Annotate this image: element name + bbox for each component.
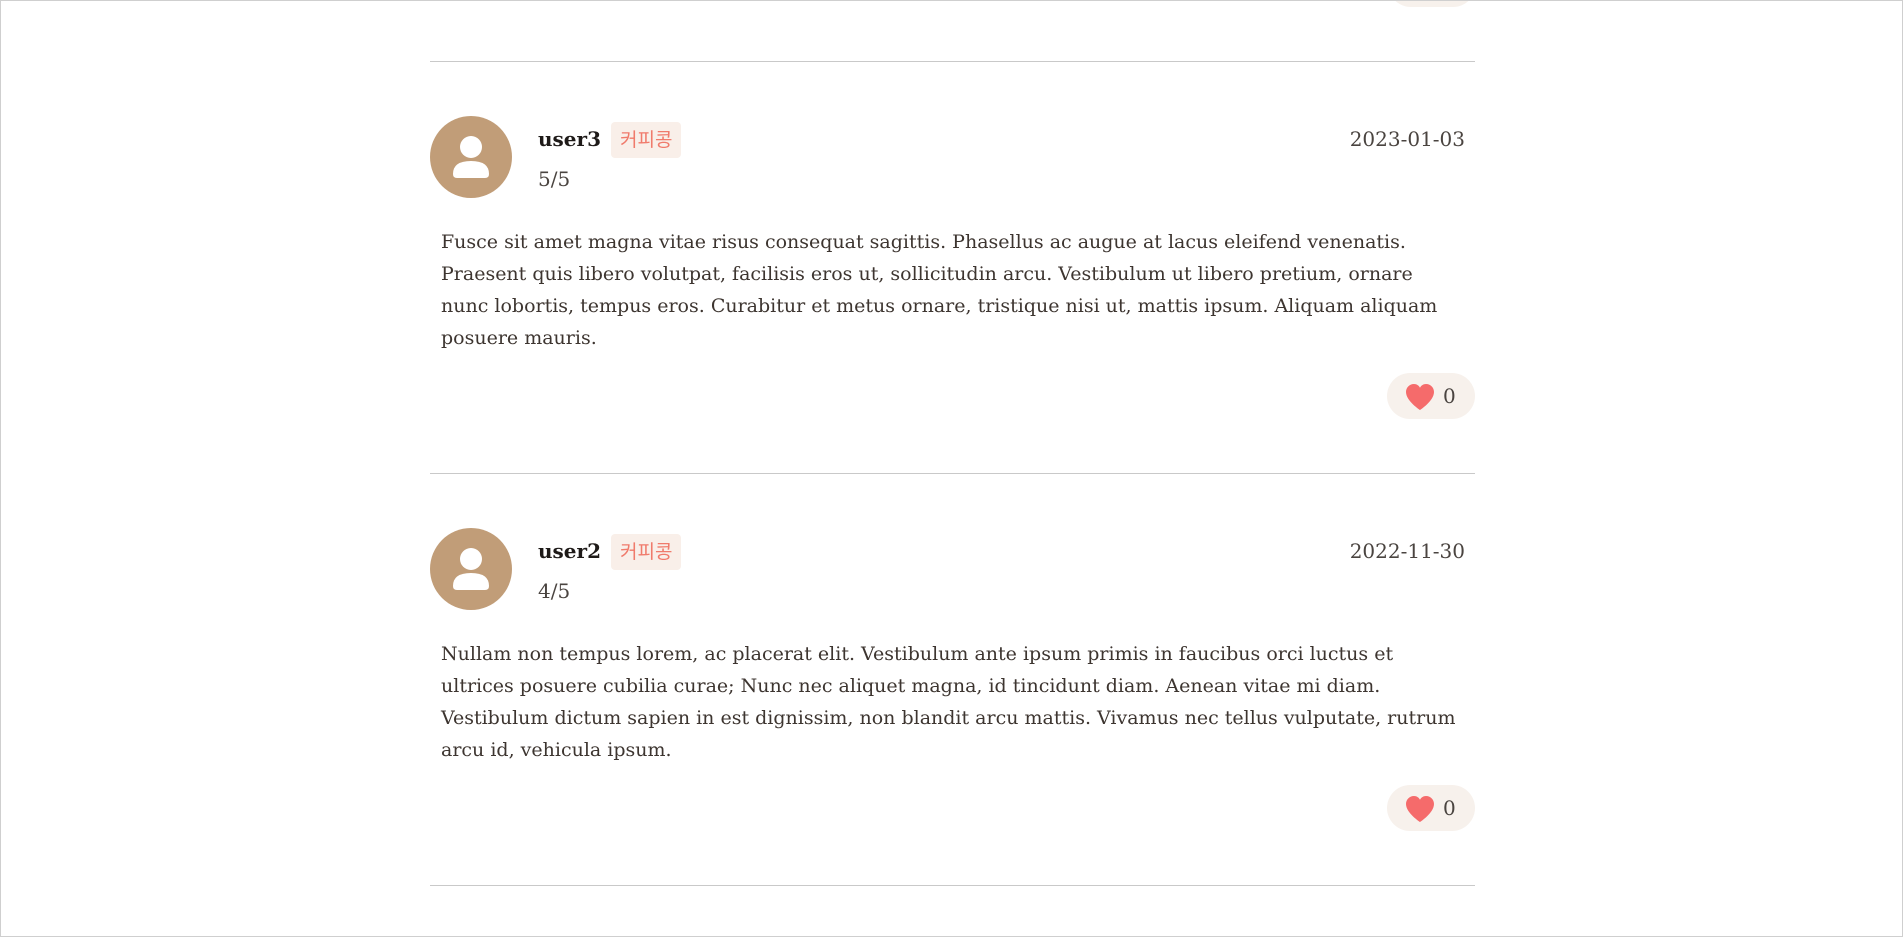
page-frame: user3 커피콩 5/5 2023-01-03 Fusce sit amet … <box>0 0 1903 937</box>
review-rating: 5/5 <box>538 167 571 191</box>
like-count: 0 <box>1443 384 1456 408</box>
user-silhouette-icon <box>453 548 489 590</box>
avatar <box>430 528 512 610</box>
product-tag: 커피콩 <box>611 122 682 158</box>
review-username: user2 <box>538 539 601 563</box>
avatar <box>430 116 512 198</box>
review-body: Fusce sit amet magna vitae risus consequ… <box>441 231 1438 349</box>
review-date: 2023-01-03 <box>1349 127 1465 151</box>
review-item: user2 커피콩 4/5 2022-11-30 Nullam non temp… <box>430 474 1475 885</box>
review-item: user3 커피콩 5/5 2023-01-03 Fusce sit amet … <box>430 62 1475 473</box>
previous-like-button[interactable] <box>1388 1 1476 7</box>
user-silhouette-icon <box>453 136 489 178</box>
like-button[interactable]: 0 <box>1387 785 1475 831</box>
review-date: 2022-11-30 <box>1349 539 1465 563</box>
heart-icon <box>1405 383 1435 411</box>
review-divider <box>430 885 1475 886</box>
product-tag: 커피콩 <box>611 534 682 570</box>
like-button[interactable]: 0 <box>1387 373 1475 419</box>
heart-icon <box>1405 795 1435 823</box>
review-body: Nullam non tempus lorem, ac placerat eli… <box>441 643 1456 761</box>
review-username: user3 <box>538 127 601 151</box>
review-rating: 4/5 <box>538 579 571 603</box>
like-count: 0 <box>1443 796 1456 820</box>
